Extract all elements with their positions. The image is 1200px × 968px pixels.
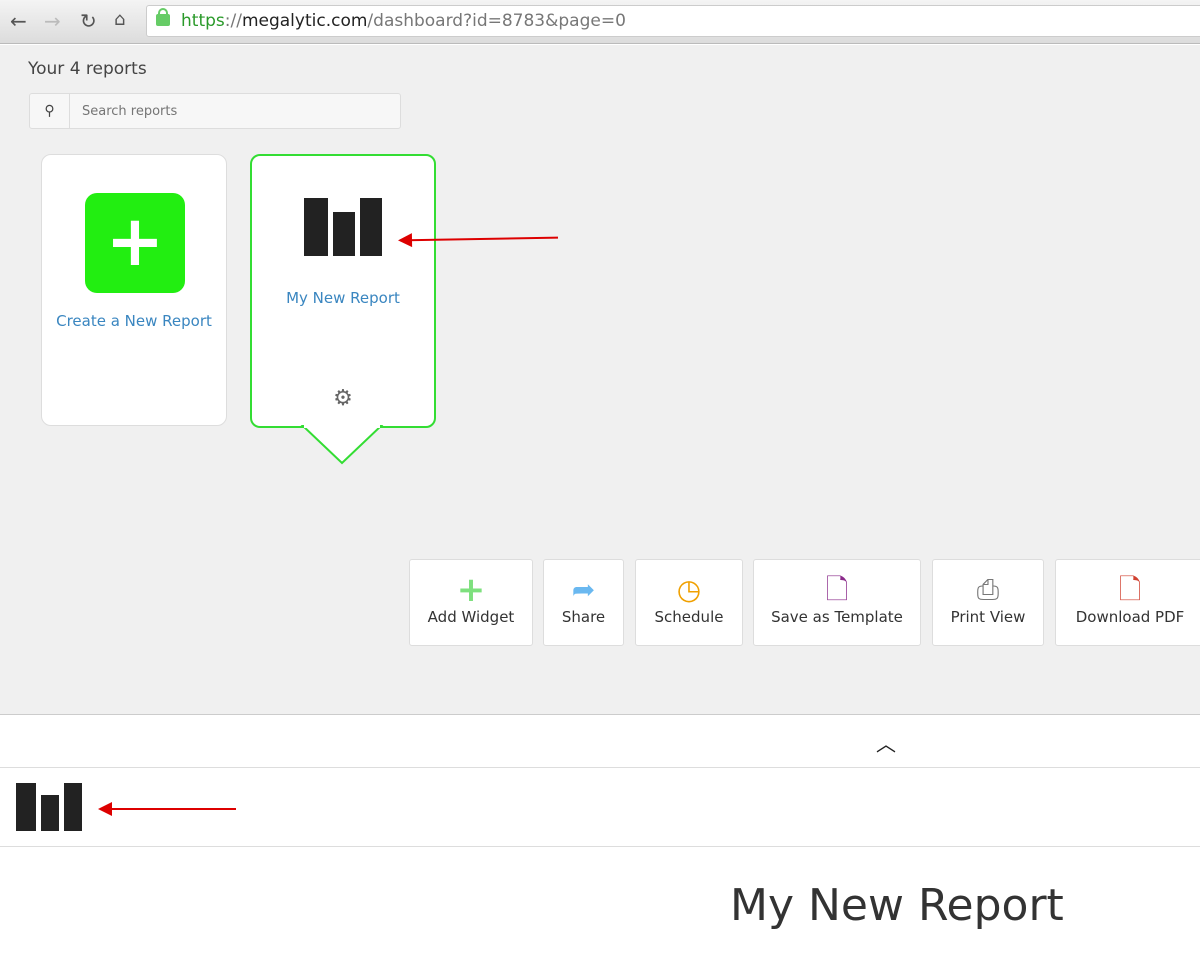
save-as-template-button[interactable]: 🗋 Save as Template <box>753 559 921 646</box>
button-label: Share <box>561 608 606 626</box>
collapse-strip: ︿ <box>0 716 1200 768</box>
create-report-card[interactable]: + Create a New Report <box>41 154 227 426</box>
button-label: Download PDF <box>1075 608 1185 626</box>
button-label: Add Widget <box>427 608 515 626</box>
search-icon[interactable]: ⚲ <box>30 94 70 128</box>
file-icon: 🗋 <box>825 573 849 606</box>
button-label: Save as Template <box>771 608 903 626</box>
create-report-label[interactable]: Create a New Report <box>42 312 226 330</box>
report-title: My New Report <box>730 880 1064 931</box>
reports-title: Your 4 reports <box>28 59 147 79</box>
schedule-button[interactable]: ◷ Schedule <box>635 559 743 646</box>
download-pdf-button[interactable]: 🗋 Download PDF <box>1055 559 1200 646</box>
button-label: Schedule <box>654 608 724 626</box>
add-widget-button[interactable]: + Add Widget <box>409 559 533 646</box>
reports-panel: Your 4 reports ⚲ + Create a New Report M… <box>0 45 1200 715</box>
card-pointer <box>300 425 384 465</box>
report-chart-icon <box>304 198 382 256</box>
plus-icon: + <box>85 193 185 293</box>
gear-icon[interactable]: ⚙ <box>252 386 434 411</box>
annotation-arrow <box>98 802 236 816</box>
report-label[interactable]: My New Report <box>252 289 434 307</box>
search-input[interactable] <box>70 94 400 128</box>
reload-icon[interactable]: ↻ <box>80 9 97 33</box>
clock-icon: ◷ <box>676 573 702 606</box>
search-box: ⚲ <box>29 93 401 129</box>
url-domain: megalytic.com <box>241 11 368 31</box>
url-path: /dashboard?id=8783&page=0 <box>367 11 626 31</box>
report-card-my-new-report[interactable]: My New Report ⚙ <box>250 154 436 428</box>
url-sep: :// <box>224 11 242 31</box>
back-icon[interactable]: ← <box>10 9 27 33</box>
browser-toolbar: ← → ↻ ⌂ https://megalytic.com/dashboard?… <box>0 0 1200 44</box>
share-button[interactable]: ➦ Share <box>543 559 624 646</box>
lock-icon <box>156 8 170 26</box>
address-bar[interactable]: https://megalytic.com/dashboard?id=8783&… <box>146 5 1200 37</box>
home-icon[interactable]: ⌂ <box>114 9 125 30</box>
logo-chart-icon <box>16 783 82 831</box>
chevron-up-icon[interactable]: ︿ <box>876 728 896 757</box>
report-header <box>0 768 1200 847</box>
share-icon: ➦ <box>571 573 596 606</box>
url-scheme: https <box>181 11 225 31</box>
plus-icon: + <box>456 570 486 610</box>
printer-icon: ⎙ <box>976 573 1000 606</box>
button-label: Print View <box>950 608 1026 626</box>
print-view-button[interactable]: ⎙ Print View <box>932 559 1044 646</box>
pdf-icon: 🗋 <box>1118 573 1142 606</box>
forward-icon[interactable]: → <box>44 9 61 33</box>
